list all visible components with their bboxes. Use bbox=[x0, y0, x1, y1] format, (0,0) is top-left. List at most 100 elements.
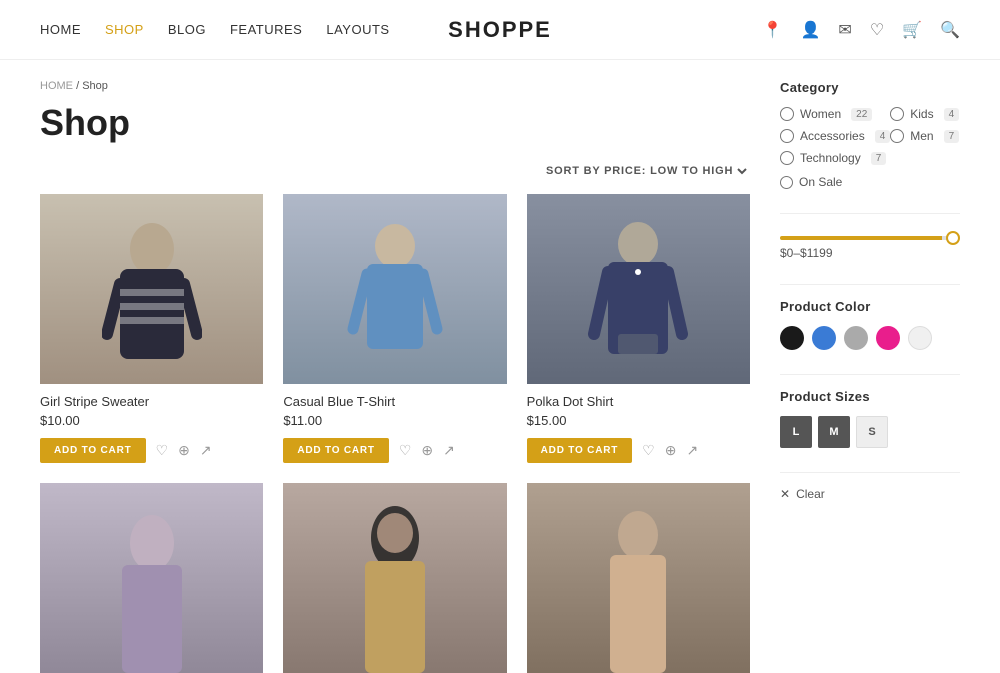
clear-row[interactable]: ✕ Clear bbox=[780, 487, 960, 501]
wishlist-icon[interactable]: ♡ bbox=[642, 442, 655, 459]
sidebar: Category Women 22 Kids 4 Accessories 4 bbox=[750, 80, 960, 673]
nav-icons: 📍 👤 ✉ ♡ 🛒 🔍 bbox=[763, 20, 960, 40]
zoom-icon[interactable]: ⊕ bbox=[665, 442, 677, 459]
page-title: Shop bbox=[40, 102, 750, 144]
wishlist-icon[interactable]: ♡ bbox=[156, 442, 169, 459]
category-count: 4 bbox=[875, 130, 891, 143]
size-btn-m[interactable]: M bbox=[818, 416, 850, 448]
product-image bbox=[40, 483, 263, 673]
category-radio-men[interactable] bbox=[890, 129, 904, 143]
color-section: Product Color bbox=[780, 299, 960, 350]
color-swatch-blue[interactable] bbox=[812, 326, 836, 350]
on-sale-label: On Sale bbox=[799, 175, 842, 189]
category-item-men: Men 7 bbox=[890, 129, 960, 143]
size-btn-s[interactable]: S bbox=[856, 416, 888, 448]
product-price: $10.00 bbox=[40, 413, 263, 428]
category-radio-technology[interactable] bbox=[780, 151, 794, 165]
product-image bbox=[283, 194, 506, 384]
price-range-container: $0–$1199 bbox=[780, 228, 960, 260]
product-image bbox=[527, 483, 750, 673]
price-section: $0–$1199 bbox=[780, 228, 960, 260]
category-item-women: Women 22 bbox=[780, 107, 890, 121]
mail-icon[interactable]: ✉ bbox=[838, 20, 851, 40]
divider bbox=[780, 472, 960, 473]
add-to-cart-button[interactable]: ADD TO CART bbox=[527, 438, 633, 463]
product-price: $11.00 bbox=[283, 413, 506, 428]
category-label: Women bbox=[800, 107, 841, 121]
price-range-text: $0–$1199 bbox=[780, 246, 960, 260]
category-radio-onsale[interactable] bbox=[780, 176, 793, 189]
zoom-icon[interactable]: ⊕ bbox=[421, 442, 433, 459]
breadcrumb-home[interactable]: HOME bbox=[40, 80, 73, 92]
nav-layouts[interactable]: LAYOUTS bbox=[326, 22, 389, 37]
category-count: 4 bbox=[944, 108, 960, 121]
category-radio-kids[interactable] bbox=[890, 107, 904, 121]
product-image bbox=[527, 194, 750, 384]
category-count: 7 bbox=[871, 152, 887, 165]
divider bbox=[780, 284, 960, 285]
product-card: Casual Blue T-Shirt $11.00 ADD TO CART ♡… bbox=[283, 194, 506, 463]
category-radio-women[interactable] bbox=[780, 107, 794, 121]
category-radio-accessories[interactable] bbox=[780, 129, 794, 143]
color-swatch-black[interactable] bbox=[780, 326, 804, 350]
category-title: Category bbox=[780, 80, 960, 95]
search-icon[interactable]: 🔍 bbox=[940, 20, 960, 40]
nav-shop[interactable]: SHOP bbox=[105, 22, 144, 37]
wishlist-icon[interactable]: ♡ bbox=[399, 442, 412, 459]
color-title: Product Color bbox=[780, 299, 960, 314]
nav-blog[interactable]: BLOG bbox=[168, 22, 206, 37]
sort-bar: SORT BY PRICE: LOW TO HIGHSORT BY PRICE:… bbox=[40, 164, 750, 178]
color-swatches bbox=[780, 326, 960, 350]
category-count: 22 bbox=[851, 108, 872, 121]
product-card: Polka Dot Shirt $15.00 ADD TO CART ♡ ⊕ ↗ bbox=[527, 194, 750, 463]
heart-icon[interactable]: ♡ bbox=[870, 20, 884, 40]
location-icon[interactable]: 📍 bbox=[763, 20, 783, 40]
product-actions: ADD TO CART ♡ ⊕ ↗ bbox=[527, 438, 750, 463]
category-item-accessories: Accessories 4 bbox=[780, 129, 890, 143]
color-swatch-magenta[interactable] bbox=[876, 326, 900, 350]
sizes-section: Product Sizes L M S bbox=[780, 389, 960, 448]
product-card: Girl Stripe Sweater $10.00 ADD TO CART ♡… bbox=[40, 194, 263, 463]
navbar: HOME SHOP BLOG FEATURES LAYOUTS SHOPPE 📍… bbox=[0, 0, 1000, 60]
main-layout: HOME / Shop Shop SORT BY PRICE: LOW TO H… bbox=[0, 80, 1000, 673]
product-name: Girl Stripe Sweater bbox=[40, 394, 263, 409]
share-icon[interactable]: ↗ bbox=[686, 442, 698, 459]
category-item-technology: Technology 7 bbox=[780, 151, 890, 165]
nav-features[interactable]: FEATURES bbox=[230, 22, 302, 37]
category-label: Accessories bbox=[800, 129, 865, 143]
nav-links: HOME SHOP BLOG FEATURES LAYOUTS bbox=[40, 22, 390, 37]
product-name: Polka Dot Shirt bbox=[527, 394, 750, 409]
user-icon[interactable]: 👤 bbox=[800, 20, 820, 40]
sort-select[interactable]: SORT BY PRICE: LOW TO HIGHSORT BY PRICE:… bbox=[542, 164, 750, 178]
divider bbox=[780, 374, 960, 375]
product-card bbox=[283, 483, 506, 673]
add-to-cart-button[interactable]: ADD TO CART bbox=[40, 438, 146, 463]
product-name: Casual Blue T-Shirt bbox=[283, 394, 506, 409]
clear-x-icon: ✕ bbox=[780, 487, 790, 501]
share-icon[interactable]: ↗ bbox=[200, 442, 212, 459]
product-actions: ADD TO CART ♡ ⊕ ↗ bbox=[40, 438, 263, 463]
color-swatch-gray[interactable] bbox=[844, 326, 868, 350]
category-section: Category Women 22 Kids 4 Accessories 4 bbox=[780, 80, 960, 189]
add-to-cart-button[interactable]: ADD TO CART bbox=[283, 438, 389, 463]
category-label: Technology bbox=[800, 151, 861, 165]
category-item-kids: Kids 4 bbox=[890, 107, 960, 121]
share-icon[interactable]: ↗ bbox=[443, 442, 455, 459]
zoom-icon[interactable]: ⊕ bbox=[178, 442, 190, 459]
clear-label[interactable]: Clear bbox=[796, 487, 825, 501]
product-actions: ADD TO CART ♡ ⊕ ↗ bbox=[283, 438, 506, 463]
breadcrumb: HOME / Shop bbox=[40, 80, 750, 92]
cart-icon[interactable]: 🛒 bbox=[902, 20, 922, 40]
product-price: $15.00 bbox=[527, 413, 750, 428]
size-buttons: L M S bbox=[780, 416, 960, 448]
product-card bbox=[527, 483, 750, 673]
price-slider[interactable] bbox=[780, 236, 960, 240]
color-swatch-white[interactable] bbox=[908, 326, 932, 350]
category-label: Men bbox=[910, 129, 933, 143]
sizes-title: Product Sizes bbox=[780, 389, 960, 404]
nav-home[interactable]: HOME bbox=[40, 22, 81, 37]
size-btn-l[interactable]: L bbox=[780, 416, 812, 448]
product-image bbox=[283, 483, 506, 673]
product-card bbox=[40, 483, 263, 673]
divider bbox=[780, 213, 960, 214]
